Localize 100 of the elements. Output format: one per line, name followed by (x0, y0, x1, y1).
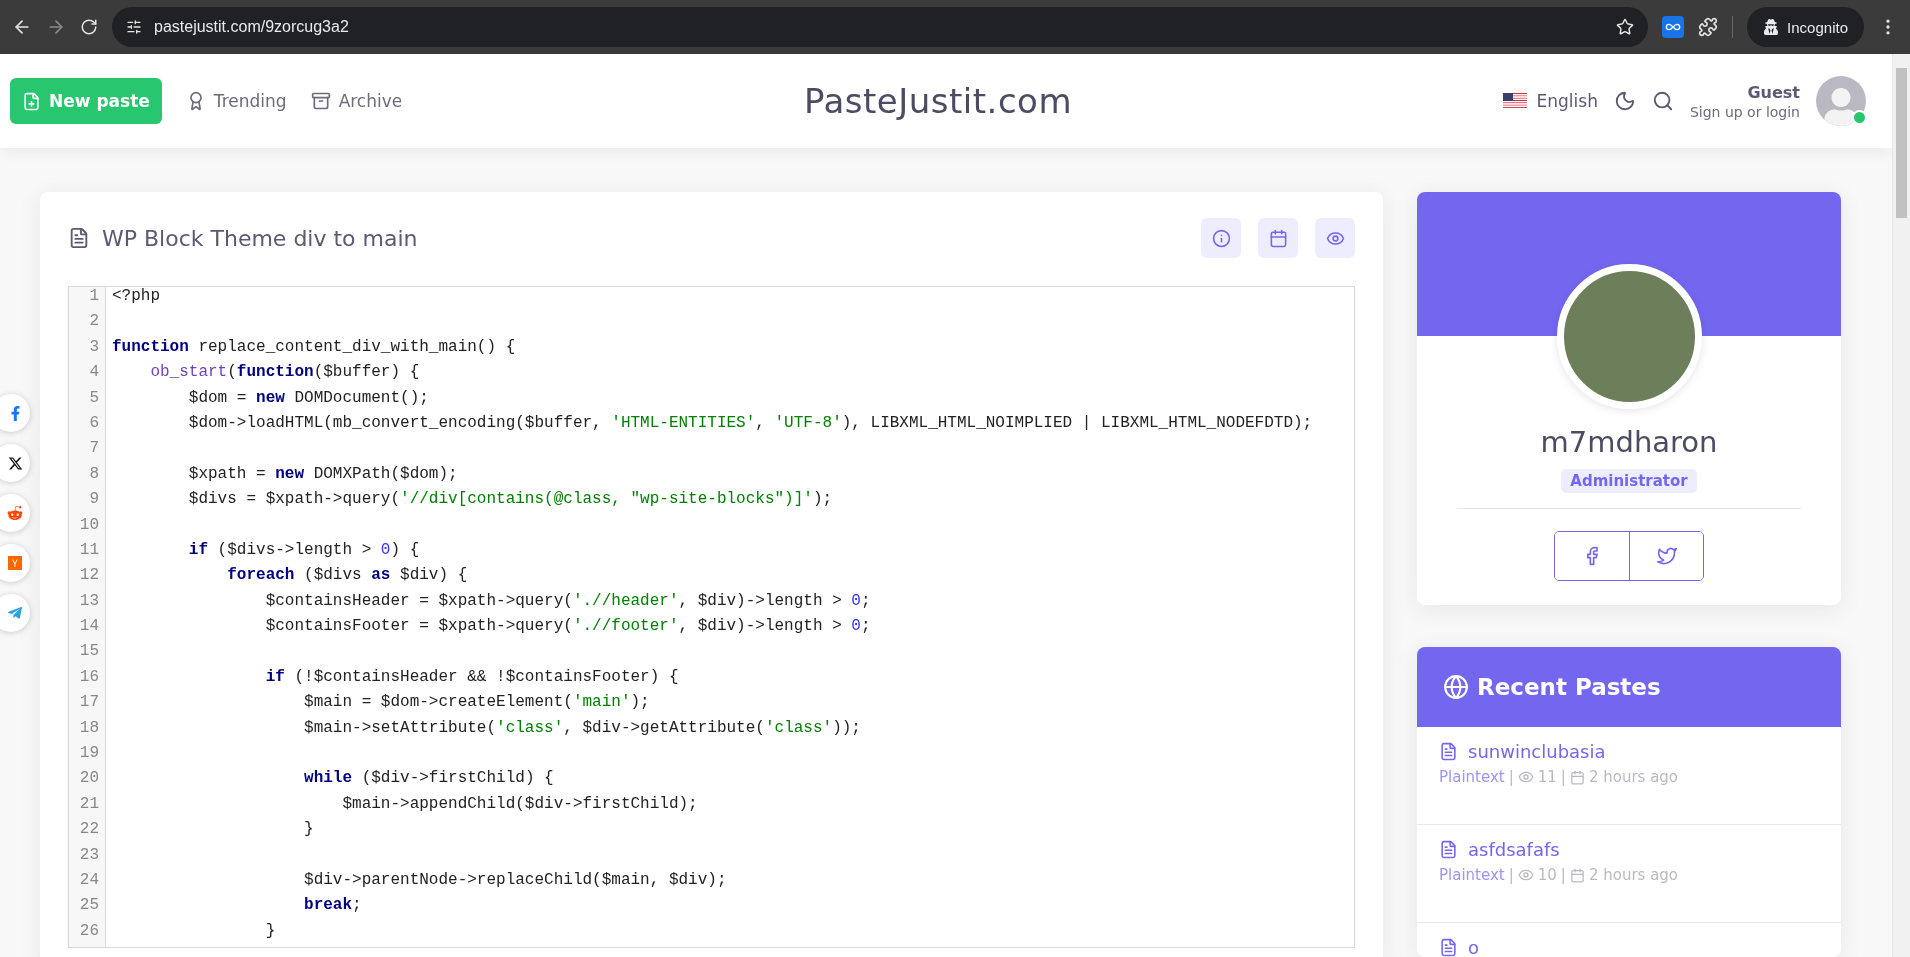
flag-icon (1502, 93, 1527, 109)
separator-text: | (1508, 866, 1514, 884)
user-avatar[interactable] (1816, 76, 1866, 126)
incognito-badge[interactable]: Incognito (1747, 7, 1864, 47)
paste-time: 2 hours ago (1588, 866, 1679, 884)
code-line: function replace_content_div_with_main() { (112, 337, 517, 358)
language-selector[interactable]: English (1502, 91, 1598, 111)
paste-link[interactable]: o (1468, 937, 1479, 957)
code-line: if ($divs->length > 0) { (187, 540, 421, 561)
view-count: 11 (1537, 768, 1557, 786)
info-icon (1211, 228, 1231, 248)
file-plus-icon (22, 91, 41, 111)
paste-link[interactable]: asfdsafafs (1468, 839, 1560, 860)
document-icon (1439, 938, 1458, 957)
code-line: $main->setAttribute('class', $div->getAttribute('class')); (303, 718, 862, 739)
line-number: 7 (88, 439, 100, 460)
code-line: $main->appendChild($div->firstChild); (341, 794, 699, 815)
view-count: 10 (1537, 866, 1557, 884)
info-button[interactable] (1201, 218, 1241, 258)
profile-username: m7mdharon (1540, 425, 1718, 459)
code-line: } (303, 820, 315, 841)
role-badge: Administrator (1561, 469, 1697, 493)
eye-icon (1517, 867, 1534, 883)
line-number: 26 (78, 921, 100, 942)
sign-in-link[interactable]: Sign up or login (1689, 103, 1800, 120)
ycombinator-icon (7, 555, 23, 571)
telegram-icon (7, 605, 23, 621)
extensions-icon[interactable] (1698, 17, 1719, 37)
reddit-icon (7, 505, 23, 521)
line-number: 22 (78, 820, 100, 841)
line-number: 2 (88, 312, 100, 333)
line-number: 4 (88, 363, 100, 384)
line-number: 11 (78, 540, 100, 561)
line-number: 21 (78, 794, 100, 815)
site-logo[interactable]: PasteJustit.com (803, 81, 1073, 121)
code-line: $dom = new DOMDocument(); (187, 388, 430, 409)
views-button[interactable] (1315, 218, 1355, 258)
language-link[interactable]: Plaintext (1439, 866, 1505, 884)
user-name: Guest (1747, 82, 1800, 102)
scrollbar-thumb[interactable] (1896, 68, 1907, 218)
code-line: $main = $dom->createElement('main'); (303, 693, 651, 714)
line-number: 3 (88, 337, 100, 358)
site-settings-icon[interactable] (126, 19, 142, 35)
separator-text: | (1560, 866, 1566, 884)
line-number: 5 (88, 388, 100, 409)
document-icon (1439, 742, 1458, 761)
eye-icon (1517, 769, 1534, 785)
code-line: } (264, 921, 277, 942)
code-line: foreach ($divs as $div) { (226, 566, 469, 587)
line-number: 15 (78, 642, 100, 663)
code-line: while ($div->firstChild) { (303, 769, 555, 790)
calendar-button[interactable] (1258, 218, 1298, 258)
line-number: 24 (78, 871, 100, 891)
moon-icon[interactable] (1613, 90, 1636, 112)
code-line: $div->parentNode->replaceChild($main, $div); (303, 871, 728, 891)
code-line: $divs = $xpath->query('//div[contains(@class, "wp-site-blocks")]'); (187, 490, 834, 511)
globe-icon (1443, 674, 1469, 700)
nav-link[interactable]: Trending (185, 91, 287, 111)
calendar-icon (1569, 867, 1585, 883)
line-number: 16 (78, 667, 100, 688)
share-button[interactable] (0, 444, 30, 482)
line-number: 12 (78, 566, 100, 587)
bookmark-star-icon[interactable] (1616, 18, 1635, 36)
code-line: if (!$containsHeader && !$containsFooter) { (264, 667, 680, 688)
separator-text: | (1508, 768, 1514, 786)
code-line: $xpath = new DOMXPath($dom); (187, 464, 459, 485)
line-number: 17 (78, 693, 100, 714)
twitter-button[interactable] (1629, 532, 1703, 580)
code-line: $containsHeader = $xpath->query('.//header', $div)->length > 0; (264, 591, 872, 612)
calendar-icon (1569, 769, 1585, 785)
url-text: pastejustit.com/9zorcug3a2 (154, 18, 350, 36)
line-number: 9 (88, 490, 100, 511)
extension-icon[interactable] (1662, 16, 1685, 38)
search-icon[interactable] (1651, 90, 1674, 112)
code-line: break; (303, 896, 363, 917)
line-number: 25 (78, 896, 100, 917)
x-icon (8, 455, 23, 471)
code-line: ob_start(function($buffer) { (149, 363, 421, 384)
document-icon (1439, 840, 1458, 859)
line-number: 18 (78, 718, 100, 739)
language-link[interactable]: Plaintext (1439, 768, 1505, 786)
line-number: 1 (88, 287, 100, 307)
separator-text: | (1560, 768, 1566, 786)
line-number: 13 (78, 591, 100, 612)
calendar-icon (1268, 228, 1288, 248)
reload-icon[interactable] (80, 18, 98, 36)
document-icon (68, 227, 90, 249)
paste-time: 2 hours ago (1588, 768, 1679, 786)
code-line: $containsFooter = $xpath->query('.//footer', $div)->length > 0; (264, 617, 872, 638)
archive-icon (310, 91, 331, 111)
line-number: 19 (78, 744, 100, 765)
code-line: <?php (112, 287, 161, 307)
incognito-icon (1763, 19, 1780, 35)
paste-link[interactable]: sunwinclubasia (1468, 741, 1606, 762)
line-number: 10 (78, 515, 100, 536)
paste-title: WP Block Theme div to main (102, 225, 418, 251)
address-bar[interactable]: pastejustit.com/9zorcug3a2 (112, 7, 1649, 47)
code-line: $dom->loadHTML(mb_convert_encoding($buffer, 'HTML-ENTITIES', 'UTF-8'), LIBXML_HTML_NOIMPLIED | LIBXML_HTML_NODEFDTD); (187, 413, 1314, 434)
nav-link[interactable]: Archive (310, 91, 403, 111)
line-number: 20 (78, 769, 100, 790)
